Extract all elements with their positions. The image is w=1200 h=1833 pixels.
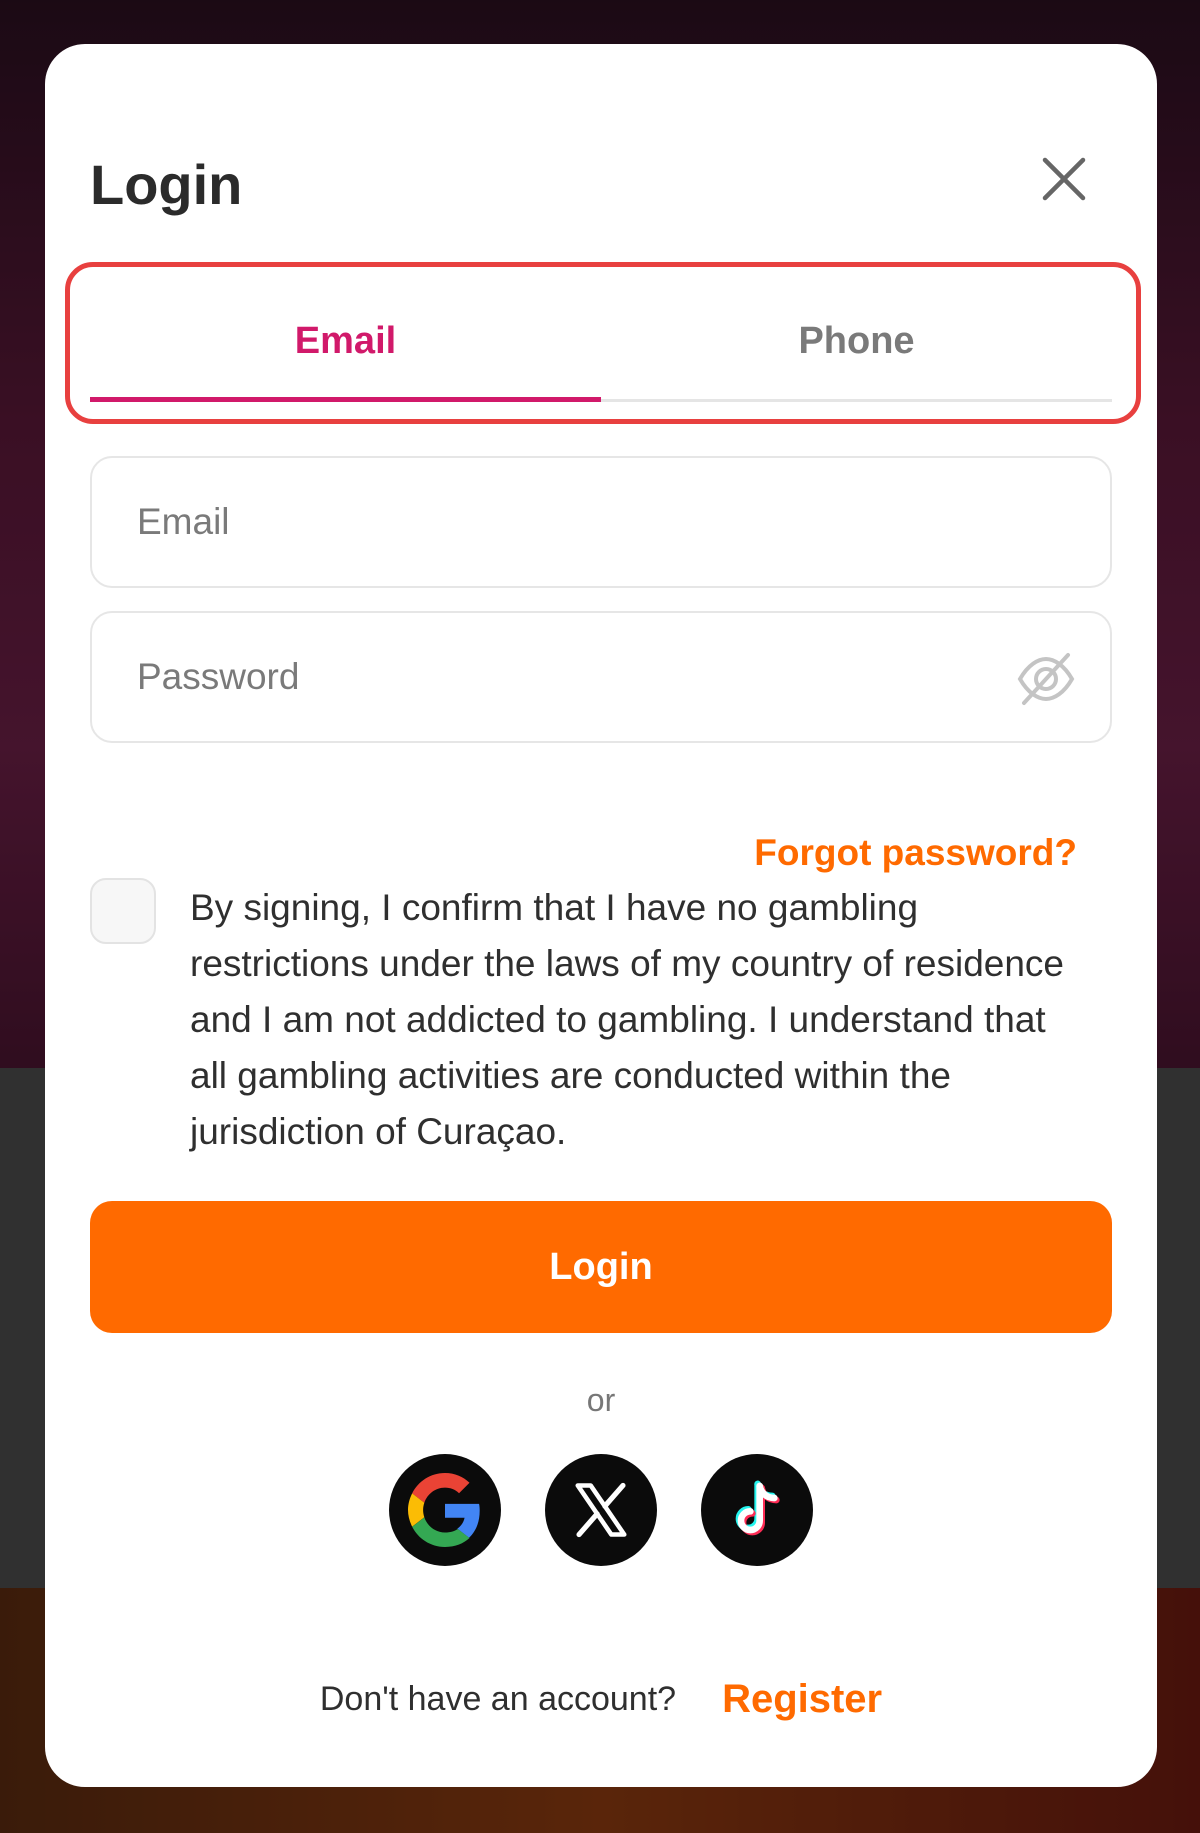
toggle-password-visibility-button[interactable] [1014, 647, 1078, 711]
password-field-container [90, 611, 1112, 743]
terms-text: By signing, I confirm that I have no gam… [190, 887, 1064, 1152]
or-divider-label: or [586, 1382, 616, 1418]
eye-off-icon [1017, 653, 1075, 705]
tiktok-login-button[interactable] [701, 1454, 813, 1566]
register-prompt: Don't have an account? Register [45, 1677, 1157, 1722]
password-input[interactable] [92, 613, 1110, 741]
login-button[interactable]: Login [90, 1201, 1112, 1333]
email-input[interactable] [92, 458, 1110, 586]
google-login-button[interactable] [389, 1454, 501, 1566]
tab-email[interactable]: Email [90, 284, 601, 402]
terms-checkbox[interactable] [90, 878, 156, 944]
login-modal: Login Email Phone Forgot password? By si… [45, 44, 1157, 1787]
forgot-password-link[interactable]: Forgot password? [754, 832, 1077, 874]
tab-phone[interactable]: Phone [601, 284, 1112, 402]
google-icon [408, 1473, 480, 1547]
register-link[interactable]: Register [722, 1677, 882, 1722]
no-account-text: Don't have an account? [319, 1680, 677, 1718]
email-field-container [90, 456, 1112, 588]
close-button[interactable] [1029, 144, 1099, 214]
tiktok-icon [735, 1480, 780, 1536]
x-login-button[interactable] [545, 1454, 657, 1566]
modal-title: Login [90, 153, 243, 216]
close-icon [1042, 157, 1086, 201]
login-method-tabs: Email Phone [90, 284, 1112, 442]
social-login-buttons [45, 1454, 1157, 1566]
x-icon [575, 1482, 627, 1538]
